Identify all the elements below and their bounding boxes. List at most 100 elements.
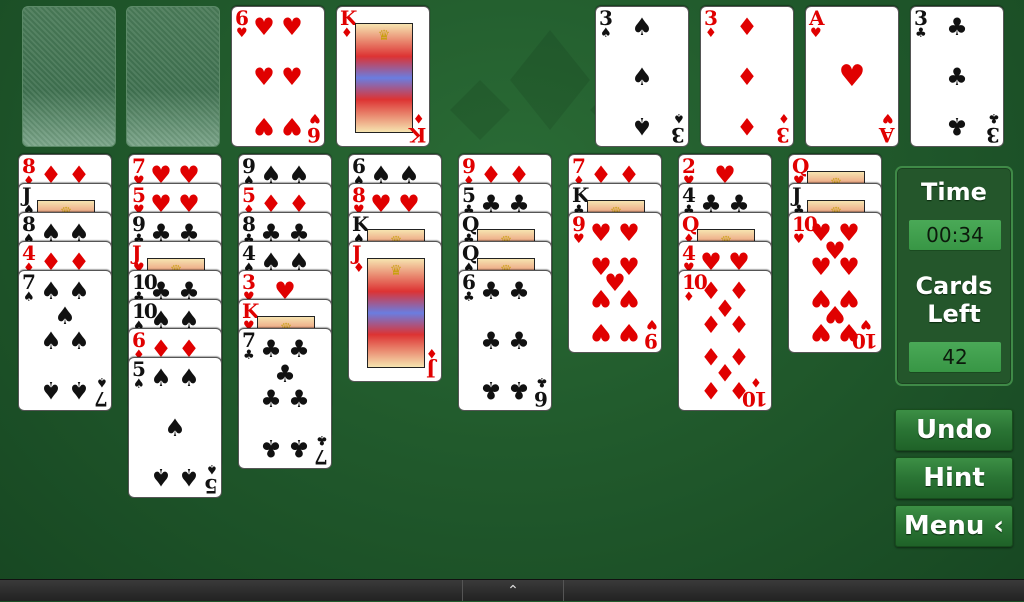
- hearts-suit-icon: ♥: [236, 26, 248, 41]
- undo-button[interactable]: Undo: [895, 409, 1013, 451]
- spades-suit-icon: ♠: [133, 377, 145, 392]
- diamonds-suit-icon: ♦: [705, 26, 717, 41]
- cards-left-value: 42: [909, 342, 1001, 372]
- hearts-pip-icon: ♥: [838, 58, 866, 94]
- spades-pip-icon: ♠: [631, 62, 653, 91]
- free-cell-empty[interactable]: [22, 6, 116, 147]
- clubs-pip-icon: ♣: [288, 433, 310, 462]
- free-cell-card[interactable]: 6 ♥ ♥ ♥ ♥ ♥ ♥ ♥ 6 ♥: [231, 6, 325, 147]
- hearts-pip-icon: ♥: [590, 219, 612, 248]
- hearts-pip-icon: ♥: [838, 252, 860, 281]
- chevron-up-icon[interactable]: ⌃: [462, 580, 564, 601]
- card-rank-bottom: A: [881, 123, 895, 147]
- clubs-pip-icon: ♣: [480, 375, 502, 404]
- card-rank-bottom: 3: [673, 123, 685, 147]
- hearts-suit-icon: ♥: [810, 26, 822, 41]
- card-pips: ♥: [824, 15, 880, 138]
- tableau-card[interactable]: J ♦ ♛ J ♦: [348, 241, 442, 382]
- free-cell-card[interactable]: K ♦ ♛ K ♦: [336, 6, 430, 147]
- card-corner-bottom: A ♥: [881, 110, 895, 147]
- spades-pip-icon: ♠: [54, 301, 76, 330]
- clubs-pip-icon: ♣: [260, 335, 282, 364]
- tableau-card[interactable]: 7 ♣ ♣ ♣ ♣ ♣ ♣ ♣ ♣ 7 ♣: [238, 328, 332, 469]
- clubs-suit-icon: ♣: [463, 290, 475, 305]
- diamonds-suit-icon: ♦: [426, 345, 438, 360]
- foundation-card[interactable]: 3 ♦ ♦ ♦ ♦ 3 ♦: [700, 6, 794, 147]
- diamonds-suit-icon: ♦: [341, 26, 353, 41]
- card-pips: ♠ ♠ ♠ ♠ ♠ ♠ ♠: [37, 279, 93, 404]
- card-pips: ♠ ♠ ♠ ♠ ♠: [147, 364, 203, 491]
- card-rank-bottom: 7: [316, 445, 328, 469]
- cards-left-label-2: Left: [927, 300, 981, 328]
- spades-pip-icon: ♠: [178, 364, 200, 393]
- foundation-card[interactable]: 3 ♠ ♠ ♠ ♠ 3 ♠: [595, 6, 689, 147]
- time-value: 00:34: [909, 220, 1001, 250]
- hearts-pip-icon: ♥: [810, 252, 832, 281]
- spades-pip-icon: ♠: [68, 375, 90, 404]
- diamonds-suit-icon: ♦: [778, 110, 790, 125]
- hearts-pip-icon: ♥: [618, 219, 640, 248]
- diamonds-suit-icon: ♦: [412, 110, 425, 125]
- hearts-pip-icon: ♥: [618, 284, 640, 313]
- hint-button[interactable]: Hint: [895, 457, 1013, 499]
- clubs-suit-icon: ♣: [536, 374, 548, 389]
- hearts-suit-icon: ♥: [309, 110, 321, 125]
- spades-pip-icon: ♠: [40, 326, 62, 355]
- free-cell-empty[interactable]: [126, 6, 220, 147]
- tableau-card[interactable]: 10 ♦ ♦ ♦ ♦ ♦ ♦ ♦ ♦ ♦ ♦ ♦ 10 ♦: [678, 270, 772, 411]
- clubs-suit-icon: ♣: [915, 26, 927, 41]
- hearts-pip-icon: ♥: [281, 13, 303, 42]
- hearts-pip-icon: ♥: [253, 111, 275, 140]
- clubs-pip-icon: ♣: [480, 277, 502, 306]
- spades-suit-icon: ♠: [96, 374, 108, 389]
- diamonds-pip-icon: ♦: [700, 310, 722, 339]
- card-pips: ♥ ♥ ♥ ♥ ♥ ♥: [250, 13, 306, 140]
- tableau-card[interactable]: 10 ♥ ♥ ♥ ♥ ♥ ♥ ♥ ♥ ♥ ♥ ♥ 10 ♥: [788, 212, 882, 353]
- spades-pip-icon: ♠: [631, 13, 653, 42]
- clubs-pip-icon: ♣: [274, 359, 296, 388]
- hearts-pip-icon: ♥: [253, 62, 275, 91]
- tableau-card[interactable]: 7 ♠ ♠ ♠ ♠ ♠ ♠ ♠ ♠ 7 ♠: [18, 270, 112, 411]
- diamonds-suit-icon: ♦: [683, 290, 695, 305]
- spades-pip-icon: ♠: [178, 462, 200, 491]
- card-corner-bottom: 3 ♠: [673, 110, 685, 147]
- card-corner-bottom: 3 ♣: [988, 110, 1000, 146]
- card-pips: ♣ ♣ ♣: [929, 13, 985, 139]
- crown-icon: ♛: [389, 263, 403, 279]
- hearts-suit-icon: ♥: [793, 232, 805, 247]
- spades-pip-icon: ♠: [40, 375, 62, 404]
- menu-button[interactable]: Menu ‹: [895, 505, 1013, 547]
- cards-left-label: Cards: [915, 272, 993, 300]
- spades-pip-icon: ♠: [164, 413, 186, 442]
- tableau-card[interactable]: 9 ♥ ♥ ♥ ♥ ♥ ♥ ♥ ♥ ♥ ♥ 9 ♥: [568, 212, 662, 353]
- clubs-pip-icon: ♣: [946, 62, 968, 91]
- tableau-card[interactable]: 6 ♣ ♣ ♣ ♣ ♣ ♣ ♣ 6 ♣: [458, 270, 552, 411]
- spades-pip-icon: ♠: [150, 462, 172, 491]
- foundation-card[interactable]: 3 ♣ ♣ ♣ ♣ 3 ♣: [910, 6, 1004, 147]
- clubs-pip-icon: ♣: [508, 277, 530, 306]
- spades-suit-icon: ♠: [600, 26, 612, 41]
- clubs-pip-icon: ♣: [480, 326, 502, 355]
- card-corner-bottom: 10 ♦: [744, 374, 768, 410]
- time-label: Time: [921, 178, 987, 206]
- face-card-portrait: ♛: [367, 258, 425, 368]
- card-rank-bottom: 5: [206, 474, 218, 498]
- diamonds-pip-icon: ♦: [736, 62, 758, 91]
- hearts-pip-icon: ♥: [590, 284, 612, 313]
- system-nav-bar: ⌃: [0, 579, 1024, 601]
- diamonds-pip-icon: ♦: [736, 111, 758, 140]
- foundation-card[interactable]: A ♥ ♥ A ♥: [805, 6, 899, 147]
- card-corner-bottom: 9 ♥: [646, 316, 658, 352]
- tableau-card[interactable]: 5 ♠ ♠ ♠ ♠ ♠ ♠ 5 ♠: [128, 357, 222, 498]
- card-corner-bottom: 6 ♣: [536, 374, 548, 410]
- hearts-pip-icon: ♥: [618, 317, 640, 346]
- diamonds-pip-icon: ♦: [700, 375, 722, 404]
- card-corner-bottom: 7 ♣: [316, 432, 328, 469]
- spades-pip-icon: ♠: [68, 326, 90, 355]
- hearts-pip-icon: ♥: [253, 13, 275, 42]
- clubs-suit-icon: ♣: [316, 432, 328, 447]
- clubs-pip-icon: ♣: [508, 375, 530, 404]
- face-card-portrait: ♛: [355, 23, 413, 133]
- clubs-pip-icon: ♣: [946, 13, 968, 42]
- card-pips: ♠ ♠ ♠: [614, 13, 670, 139]
